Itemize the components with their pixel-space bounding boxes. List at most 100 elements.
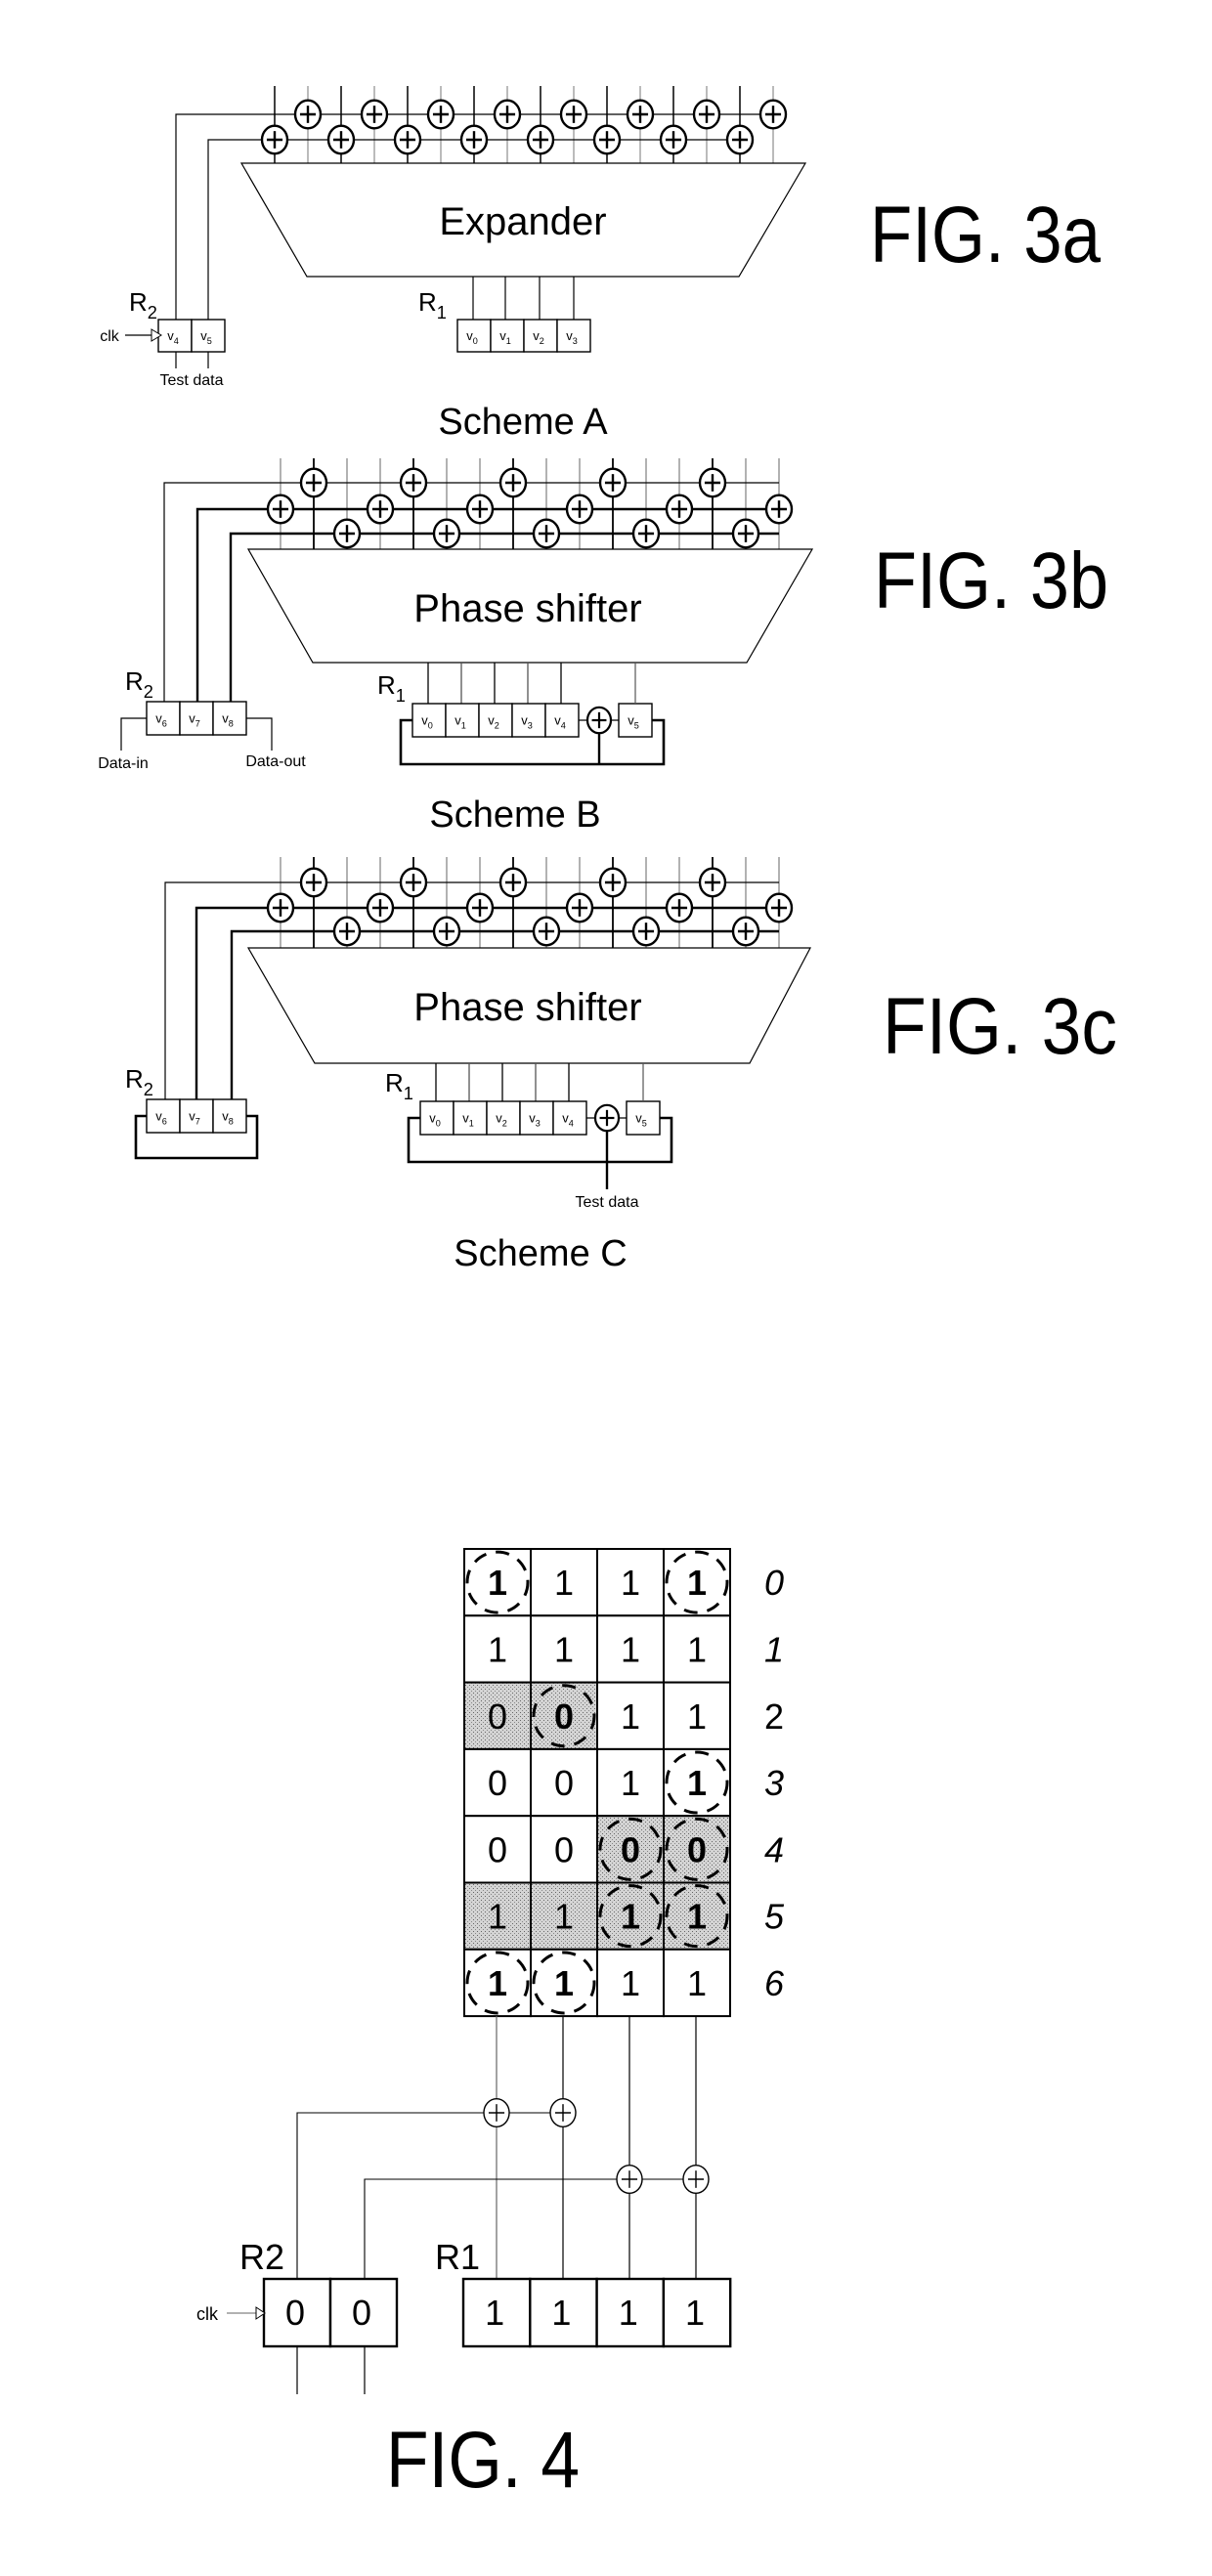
scheme-b-registers: v0 v1 v2 v3 v4 v5R1v6 v7 v8R2Data-in Data-out [98,663,666,772]
register-cell-label: 1 [485,2293,504,2333]
register-r1: v0 v1 v2 v3 [456,319,591,353]
register-cell-label: 1 [551,2293,571,2333]
scheme-c-registers: v0 v1 v2 v3 v4 v5R1v6 v7 v8R2Test data [125,1063,673,1211]
label-base: R [418,287,437,317]
register-r2: v6 v7 v8 [146,1098,247,1134]
label-subscript: 1 [396,686,406,706]
row-label: 4 [764,1829,784,1869]
xor-gate-icon [399,467,428,498]
label-base: R [125,1064,144,1094]
phase-shifter-label-c: Phase shifter [413,986,641,1029]
data-out-line [246,717,273,751]
scheme-a-caption: Scheme A [438,402,608,443]
grid-bit: 1 [621,1763,640,1803]
xor-gate-icon [565,892,594,923]
xor-gate-icon [526,124,555,155]
fig-3c-label: FIG. 3c [883,982,1117,1071]
grid-bit: 1 [687,1563,707,1603]
xor-gate-icon [393,124,422,155]
grid-bit: 1 [488,1629,507,1669]
xor-gate-icon [731,916,760,947]
grid-bit: 0 [488,1763,507,1803]
xor-gate-icon [399,867,428,898]
fig-3b-scheme-b: Phase shifter FIG. 3b Scheme B v0 v1 v2 v3 v… [98,458,1108,836]
grid-bit: 0 [621,1829,640,1869]
r1-label: R1 [418,287,447,322]
fig-3a-label: FIG. 3a [870,191,1101,279]
fig-4-label: FIG. 4 [386,2416,580,2505]
fig-4: 1 1 1 1 01 1 1 1 10 0 1 1 20 0 1 1 30 0 0 0 41 1 1 1 51 1 1 1 6 0011… [196,1548,785,2505]
grid-bit: 0 [554,1763,574,1803]
r2-label: R2 [239,2237,284,2277]
xor-gate-icon [326,124,356,155]
scheme-c-caption: Scheme C [454,1233,627,1274]
label-base: R [377,670,396,700]
xor-gate-icon [426,99,455,130]
register-r1-tail: v5 [626,1100,661,1136]
grid-bit: 0 [687,1829,707,1869]
xor-gate-icon [366,494,395,525]
label-base: R [129,287,148,317]
grid-bit: 0 [488,1696,507,1737]
scheme-a-registers: v0 v1 v2 v3R1v4 v5R2clkTest data [100,277,591,389]
grid-bit: 1 [621,1629,640,1669]
xor-gate-icon [559,99,588,130]
xor-gate-icon [366,892,395,923]
r1-label: R1 [435,2237,480,2277]
row-label: 5 [764,1897,785,1937]
xor-gate-icon [360,99,389,130]
xor-gate-icon [598,867,628,898]
xor-gate-icon [659,124,688,155]
xor-gate-icon [498,867,528,898]
xor-gate-icon [698,467,727,498]
xor-gate-icon [585,706,613,735]
row-label: 6 [764,1963,785,2003]
xor-gate-icon [682,2164,710,2194]
register-r1: v0 v1 v2 v3 v4 [411,703,580,738]
grid-bit: 1 [687,1963,707,2003]
r2-feed-line-0 [296,2112,563,2279]
grid-bit: 0 [554,1829,574,1869]
row-label: 1 [764,1629,784,1669]
r1-label: R1 [385,1068,413,1103]
xor-gate-icon [598,467,628,498]
label-subscript: 2 [144,682,153,702]
xor-gate-icon [731,518,760,549]
grid-bit: 1 [488,1963,507,2003]
xor-gate-icon [616,2164,643,2194]
xor-gate-icon [593,1103,621,1133]
row-label: 3 [764,1763,784,1803]
xor-gate-icon [626,99,655,130]
label-subscript: 1 [404,1084,413,1103]
xor-gate-icon [725,124,755,155]
xor-gate-icon [332,518,362,549]
data-in-line [120,717,147,751]
r2-feed-line-1 [364,2178,696,2279]
grid-bit: 0 [554,1696,574,1737]
xor-gate-icon [532,518,561,549]
grid-bit: 1 [621,1696,640,1737]
row-label: 2 [764,1696,784,1737]
xor-gate-icon [498,467,528,498]
grid-bit: 1 [554,1629,574,1669]
patent-drawing-sheet: Expander FIG. 3a Scheme A v0 v1 v2 v3R1v4 v5… [98,86,1117,2505]
xor-gate-icon [483,2097,510,2127]
xor-gate-icon [432,518,461,549]
grid-bit: 1 [554,1897,574,1937]
row-label: 0 [764,1563,784,1603]
label-subscript: 2 [144,1080,153,1099]
r2-label: R2 [125,666,153,702]
register-r2: v4 v5 [157,319,226,353]
xor-gate-icon [665,494,694,525]
register-r2: v6 v7 v8 [146,701,247,736]
register-cell-label: 1 [619,2293,638,2333]
register-cell-label: 0 [352,2293,371,2333]
r2-label: R2 [129,287,157,322]
grid-bit: 1 [621,1897,640,1937]
xor-gate-icon [299,867,328,898]
label-subscript: 2 [148,303,157,322]
grid-bit: 1 [488,1897,507,1937]
xor-gate-icon [266,892,295,923]
fig-4-bit-grid: 1 1 1 1 0 1 1 1 1 1 0 0 1 1 2 0 0 1 1 3 0 0 0 0 4 1 1 1 1 5 1 1 1 1 6 [463,1548,785,2018]
register-r1: 1 1 1 1 [461,2277,732,2348]
